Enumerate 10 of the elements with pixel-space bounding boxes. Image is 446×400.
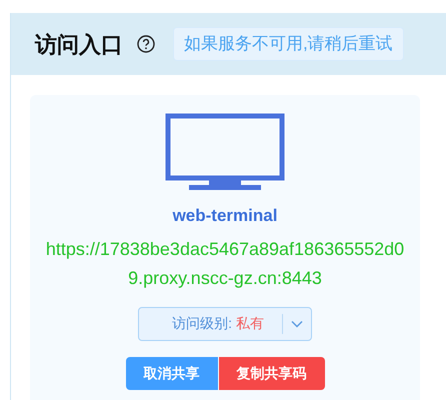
caret-icon — [291, 320, 303, 328]
access-level-dropdown[interactable]: 访问级别: 私有 — [138, 306, 312, 340]
cancel-share-button[interactable]: 取消共享 — [126, 356, 218, 390]
app-name: web-terminal — [172, 205, 278, 227]
copy-share-code-button[interactable]: 复制共享码 — [218, 356, 324, 390]
notice-tag: 如果服务不可用,请稍后重试 — [173, 27, 404, 61]
section-title: 访问入口 — [35, 30, 123, 58]
monitor-icon — [165, 113, 285, 191]
help-icon[interactable] — [137, 35, 155, 53]
access-url[interactable]: https://17838be3dac5467a89af186365552d09.proxy.nscc-gz.cn:8443 — [40, 234, 410, 292]
